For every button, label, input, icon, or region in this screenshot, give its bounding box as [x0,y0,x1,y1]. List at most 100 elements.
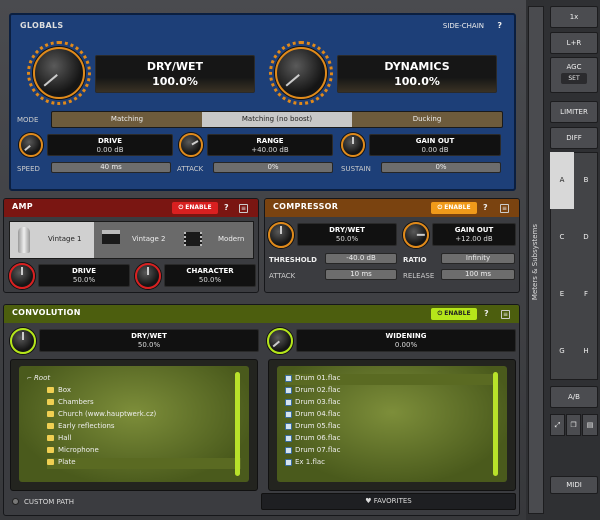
amp-type-modern[interactable]: Modern [174,222,254,258]
slot-g[interactable]: G [550,323,574,380]
slot-c[interactable]: C [550,209,574,266]
audio-file-icon [285,374,292,382]
midi-button[interactable]: MIDI [550,476,598,494]
globals-drive-knob[interactable] [19,133,43,157]
widening-knob[interactable] [267,328,293,354]
globals-range-knob[interactable] [179,133,203,157]
tree-item-church[interactable]: Church (www.hauptwerk.cz) [47,410,241,421]
widening-display: WIDENING 0.00% [296,329,516,352]
ratio-slider[interactable]: Infinity [441,253,515,264]
compressor-drywet-knob[interactable] [268,222,294,248]
channel-mode-button[interactable]: L+R [550,32,598,54]
oversampling-button[interactable]: 1x [550,6,598,28]
mode-option-ducking[interactable]: Ducking [352,112,502,127]
expand-icon[interactable]: ⤢ [550,414,565,436]
folder-icon [47,387,54,393]
file-item[interactable]: Drum 05.flac [285,422,495,433]
globals-dynamics-knob[interactable] [275,47,327,99]
mode-selector: Matching Matching (no boost) Ducking [51,111,503,128]
amp-enable-label: ENABLE [185,204,212,211]
file-item[interactable]: Ex 1.flac [285,458,495,469]
mode-option-matching[interactable]: Matching [52,112,202,127]
folder-scrollbar[interactable] [235,372,240,476]
file-item[interactable]: Drum 02.flac [285,386,495,397]
tree-item-microphone[interactable]: Microphone [47,446,241,457]
file-item[interactable]: Drum 07.flac [285,446,495,457]
ratio-label: RATIO [403,256,427,264]
amp-help-icon[interactable]: ? [224,203,229,212]
amp-enable-button[interactable]: ⏻ ENABLE [172,202,218,214]
mode-label: MODE [17,116,39,124]
file-item[interactable]: Drum 04.flac [285,410,495,421]
tree-item-hall[interactable]: Hall [47,434,241,445]
globals-dynamics-display: DYNAMICS 100.0% [337,55,497,93]
sustain-slider[interactable]: 0% [381,162,501,173]
speed-slider[interactable]: 40 ms [51,162,171,173]
audio-file-icon [285,446,292,454]
globals-help-icon[interactable]: ? [497,21,502,30]
globals-range-label: RANGE [256,137,284,145]
comp-attack-slider[interactable]: 10 ms [325,269,397,280]
folder-icon [47,411,54,417]
attack-slider[interactable]: 0% [213,162,333,173]
compressor-enable-button[interactable]: ⏻ ENABLE [431,202,477,214]
side-chain-button[interactable]: SIDE-CHAIN [443,22,484,30]
file-item[interactable]: Drum 03.flac [285,398,495,409]
copy-icon[interactable]: ❐ [566,414,581,436]
convolution-enable-button[interactable]: ⏻ ENABLE [431,308,477,320]
threshold-slider[interactable]: -40.0 dB [325,253,397,264]
slot-h[interactable]: H [574,323,598,380]
sustain-label: SUSTAIN [341,165,371,173]
amp-drive-knob[interactable] [9,263,35,289]
globals-panel: GLOBALS SIDE-CHAIN ? DRY/WET 100.0% DYNA… [9,13,516,191]
compressor-help-icon[interactable]: ? [483,203,488,212]
amp-character-knob[interactable] [135,263,161,289]
speed-label: SPEED [17,165,40,173]
compressor-menu-icon[interactable]: ≡ [500,204,509,213]
tree-root[interactable]: ⌐ Root [27,374,241,385]
tree-item-plate[interactable]: Plate [47,458,241,469]
compressor-title: COMPRESSOR [273,202,339,211]
amp-menu-icon[interactable]: ≡ [239,204,248,213]
file-item[interactable]: Drum 01.flac [285,374,495,385]
compressor-gainout-display: GAIN OUT +12.00 dB [432,223,516,246]
agc-set-button[interactable]: SET [561,73,587,84]
amp-type-vintage1[interactable]: Vintage 1 [10,222,94,258]
paste-icon[interactable]: ▤ [582,414,598,436]
compressor-gainout-knob[interactable] [403,222,429,248]
globals-gainout-knob[interactable] [341,133,365,157]
file-browser: Drum 01.flac Drum 02.flac Drum 03.flac D… [268,359,516,491]
convolution-panel: CONVOLUTION ⏻ ENABLE ? ≡ DRY/WET 50.0% W… [3,304,520,516]
limiter-button[interactable]: LIMITER [550,101,598,123]
slot-e[interactable]: E [550,266,574,323]
release-slider[interactable]: 100 ms [441,269,515,280]
compressor-drywet-value: 50.0% [335,235,359,243]
tree-item-early-reflections[interactable]: Early reflections [47,422,241,433]
custom-path-toggle[interactable] [12,498,19,505]
convolution-help-icon[interactable]: ? [484,309,489,318]
tree-item-chambers[interactable]: Chambers [47,398,241,409]
favorites-button[interactable]: ♥ FAVORITES [261,493,516,510]
agc-label: AGC [566,63,582,71]
amp-type-vintage2[interactable]: Vintage 2 [94,222,174,258]
widening-label: WIDENING [385,332,427,340]
convolution-menu-icon[interactable]: ≡ [501,310,510,319]
slot-d[interactable]: D [574,209,598,266]
tree-item-box[interactable]: Box [47,386,241,397]
globals-drywet-knob[interactable] [33,47,85,99]
agc-button[interactable]: AGC SET [550,57,598,93]
slot-a[interactable]: A [550,152,574,209]
slot-f[interactable]: F [574,266,598,323]
globals-gainout-value: 0.00 dB [421,146,449,154]
file-item[interactable]: Drum 06.flac [285,434,495,445]
amp-type-modern-label: Modern [218,235,245,243]
globals-dynamics-value: 100.0% [394,75,440,88]
comp-attack-label: ATTACK [269,272,296,280]
slot-b[interactable]: B [574,152,598,209]
ab-button[interactable]: A/B [550,386,598,408]
convolution-drywet-knob[interactable] [10,328,36,354]
mode-option-matching-no-boost[interactable]: Matching (no boost) [202,112,352,127]
file-scrollbar[interactable] [493,372,498,476]
convolution-drywet-value: 50.0% [137,341,161,349]
diff-button[interactable]: DIFF [550,127,598,149]
